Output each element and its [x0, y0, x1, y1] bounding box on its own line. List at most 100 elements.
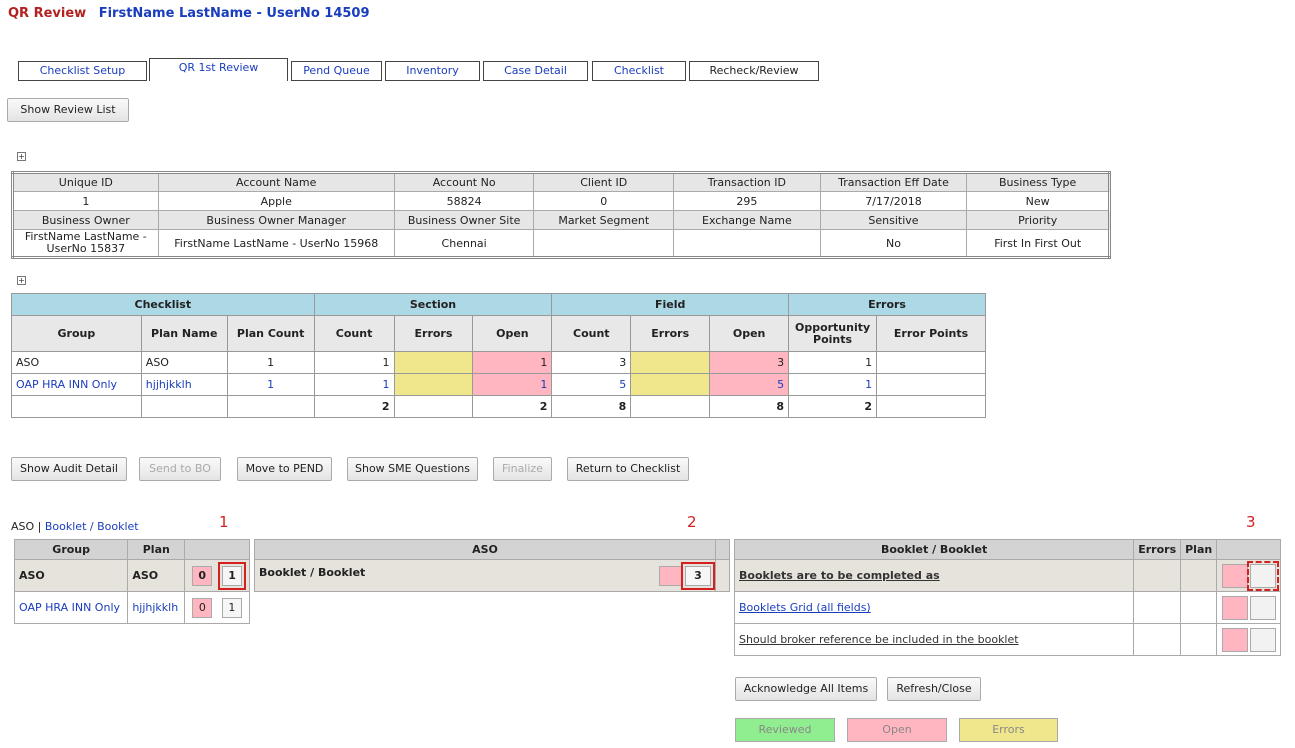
cell-group: ASO	[11, 351, 142, 374]
tab-recheck-review[interactable]: Recheck/Review	[689, 61, 819, 81]
open-status-button[interactable]	[1221, 627, 1248, 652]
totals-row: 2 2 8 8 2	[11, 395, 986, 418]
table-row[interactable]: Booklets are to be completed as	[733, 559, 1281, 592]
table-row: ASO ASO 1 1 1 3 3 1	[11, 351, 986, 374]
question-cell: Booklets are to be completed as	[733, 559, 1135, 592]
expand-info-icon[interactable]: +	[17, 152, 26, 161]
tab-qr-1st-review[interactable]: QR 1st Review	[149, 58, 288, 81]
cell-group[interactable]: OAP HRA INN Only	[11, 373, 142, 396]
table-row[interactable]: ASO ASO 0 1	[13, 559, 250, 592]
total-cell	[393, 395, 474, 418]
info-value-cell	[533, 229, 675, 258]
errors-cell	[1133, 591, 1182, 624]
info-value-cell: 7/17/2018	[819, 191, 968, 211]
plan-cell	[1180, 623, 1218, 656]
col-header: Open	[709, 315, 790, 352]
tab-checklist-setup[interactable]: Checklist Setup	[18, 61, 147, 81]
breadcrumb-group: ASO	[11, 520, 35, 533]
show-sme-questions-button[interactable]: Show SME Questions	[347, 457, 478, 481]
cell-plan-name[interactable]: hjjhjkklh	[140, 373, 228, 396]
expand-summary-icon[interactable]: +	[17, 276, 26, 285]
table-row[interactable]: Booklet / Booklet 3	[254, 559, 730, 592]
table-row[interactable]: Booklets Grid (all fields)	[733, 591, 1281, 624]
question-link[interactable]: Booklets are to be completed as	[739, 569, 940, 582]
question-link[interactable]: Booklets Grid (all fields)	[739, 601, 871, 614]
info-value-row: 1 Apple 58824 0 295 7/17/2018 New	[12, 191, 1110, 211]
cell-plan-count: 1	[226, 351, 315, 374]
col-header: Errors	[630, 315, 711, 352]
total-field-count: 8	[551, 395, 632, 418]
cell-field-count: 5	[551, 373, 632, 396]
section-row[interactable]: Booklet / Booklet 3	[254, 559, 716, 592]
tab-pend-queue[interactable]: Pend Queue	[291, 61, 382, 81]
col-header: Plan	[127, 539, 186, 560]
open-status-button[interactable]	[1221, 595, 1248, 620]
review-status-button[interactable]	[1249, 627, 1276, 652]
show-review-list-button[interactable]: Show Review List	[7, 98, 129, 122]
plan-cell	[1180, 591, 1218, 624]
total-section-count: 2	[313, 395, 395, 418]
errors-cell	[1133, 559, 1182, 592]
open-count-button[interactable]: 0	[192, 565, 213, 586]
group-header-checklist: Checklist	[11, 293, 315, 316]
cell-group[interactable]: OAP HRA INN Only	[13, 591, 129, 624]
cell-plan[interactable]: hjjhjkklh	[127, 591, 186, 624]
move-to-pend-button[interactable]: Move to PEND	[237, 457, 332, 481]
info-value-cell: 58824	[393, 191, 535, 211]
cell-plan[interactable]: ASO	[127, 559, 186, 592]
info-value-cell: Chennai	[393, 229, 535, 258]
question-cell: Should broker reference be included in t…	[733, 623, 1135, 656]
page-title: QR Review FirstName LastName - UserNo 14…	[8, 6, 370, 21]
section-count-button[interactable]: 3	[681, 561, 715, 590]
cell-section-open: 1	[472, 373, 553, 396]
send-to-bo-button[interactable]: Send to BO	[139, 457, 221, 481]
total-cell	[630, 395, 711, 418]
total-count-button[interactable]: 1	[218, 561, 247, 590]
info-value-cell: New	[966, 191, 1110, 211]
info-header-cell: Business Type	[966, 172, 1110, 192]
col-header	[1216, 539, 1281, 560]
question-link[interactable]: Should broker reference be included in t…	[739, 633, 1019, 646]
legend-errors: Errors	[959, 718, 1058, 742]
show-audit-detail-button[interactable]: Show Audit Detail	[11, 457, 127, 481]
breadcrumb-link[interactable]: Booklet / Booklet	[45, 520, 139, 533]
group-plan-header: Group Plan	[13, 539, 250, 560]
total-count-button[interactable]: 1	[221, 597, 242, 618]
finalize-button[interactable]: Finalize	[493, 457, 552, 481]
info-header-cell: Market Segment	[533, 210, 675, 230]
group-header-section: Section	[313, 293, 553, 316]
total-section-open: 2	[472, 395, 553, 418]
table-row[interactable]: OAP HRA INN Only hjjhjkklh 1 1 1 5 5 1	[11, 373, 986, 396]
table-row[interactable]: OAP HRA INN Only hjjhjkklh 0 1	[13, 591, 250, 624]
open-status-button[interactable]	[1221, 563, 1248, 588]
cell-group[interactable]: ASO	[13, 559, 129, 592]
open-count-button[interactable]: 0	[192, 597, 213, 618]
col-header: Group	[11, 315, 142, 352]
return-to-checklist-button[interactable]: Return to Checklist	[567, 457, 689, 481]
info-header-cell: Transaction Eff Date	[819, 172, 968, 192]
col-header: Open	[472, 315, 553, 352]
refresh-close-button[interactable]: Refresh/Close	[887, 677, 981, 701]
info-header-cell: Unique ID	[12, 172, 159, 192]
status-cell	[1216, 623, 1281, 656]
info-value-cell: 1	[12, 191, 159, 211]
review-status-button[interactable]	[1249, 595, 1276, 620]
info-header-row: Unique ID Account Name Account No Client…	[12, 172, 1110, 192]
tab-inventory[interactable]: Inventory	[385, 61, 480, 81]
info-value-cell: FirstName LastName - UserNo 15837	[12, 229, 159, 258]
info-header-cell: Account No	[393, 172, 535, 192]
col-header: Errors	[393, 315, 474, 352]
info-value-cell: No	[819, 229, 968, 258]
total-cell	[140, 395, 228, 418]
info-value-cell: Apple	[157, 191, 395, 211]
tab-checklist[interactable]: Checklist	[592, 61, 686, 81]
col-header: Count	[551, 315, 632, 352]
table-row[interactable]: Should broker reference be included in t…	[733, 623, 1281, 656]
review-status-button[interactable]	[1246, 560, 1279, 591]
cell-section-errors	[393, 373, 474, 396]
tab-case-detail[interactable]: Case Detail	[483, 61, 588, 81]
info-header-cell: Business Owner Manager	[157, 210, 395, 230]
section-label[interactable]: Booklet / Booklet	[259, 566, 365, 579]
acknowledge-all-items-button[interactable]: Acknowledge All Items	[735, 677, 877, 701]
section-open-indicator[interactable]	[659, 565, 683, 586]
